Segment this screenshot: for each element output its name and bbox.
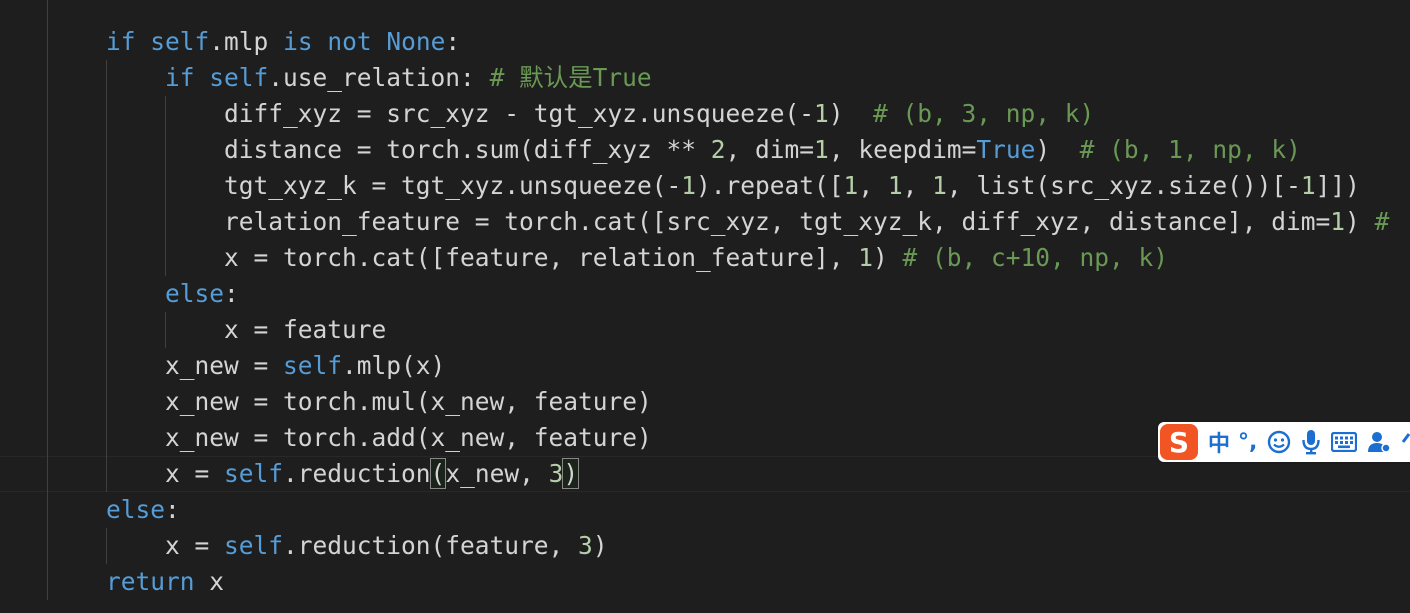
- code-token: x = torch.cat([feature, relation_feature…: [224, 243, 859, 272]
- code-line-text: else:: [165, 276, 239, 312]
- keyword-token: if: [106, 27, 136, 56]
- keyword-token: self: [224, 459, 284, 488]
- code-token: x_new,: [445, 459, 549, 488]
- sogou-logo-icon[interactable]: S: [1160, 424, 1198, 460]
- code-token: :: [165, 495, 180, 524]
- code-token: x = feature: [224, 315, 387, 344]
- code-token: diff_xyz = src_xyz - tgt_xyz.unsqueeze(-: [224, 99, 815, 128]
- docstring-end: """: [106, 0, 150, 9]
- code-line-text: x = self.reduction(x_new, 3): [165, 456, 580, 492]
- code-token: .mlp(x): [342, 351, 446, 380]
- code-line-text: x_new = torch.mul(x_new, feature): [165, 384, 652, 420]
- input-mode-button[interactable]: 中: [1208, 426, 1230, 458]
- comment-token: # (b, 1, np, k): [1079, 135, 1301, 164]
- microphone-icon[interactable]: [1301, 429, 1321, 455]
- keyboard-icon[interactable]: [1331, 432, 1358, 452]
- keyword-token: self: [224, 531, 284, 560]
- code-token: , keepdim=: [828, 135, 977, 164]
- punctuation-button[interactable]: °,: [1238, 430, 1257, 455]
- keyword-token: self: [283, 351, 343, 380]
- code-token: , list(src_xyz.size())[-: [946, 171, 1301, 200]
- code-token: ): [1345, 207, 1375, 236]
- code-token: .mlp: [209, 27, 284, 56]
- comment-token: # (b, 3, np, k): [873, 99, 1095, 128]
- matched-bracket: (: [429, 458, 447, 489]
- keyword-token: True: [976, 135, 1036, 164]
- code-line-text: if self.mlp is not None:: [106, 24, 460, 60]
- number-token: 1: [1330, 207, 1346, 236]
- number-token: 3: [578, 531, 593, 560]
- code-token: x =: [165, 531, 225, 560]
- code-token: .reduction(feature,: [283, 531, 579, 560]
- code-line-text: x = torch.cat([feature, relation_feature…: [224, 240, 1168, 276]
- code-line-text: else:: [106, 492, 180, 528]
- more-icon[interactable]: [1401, 430, 1410, 454]
- code-token: :: [224, 279, 239, 308]
- comment-token: # (b, c+10, np, k): [902, 243, 1169, 272]
- number-token: 3: [548, 459, 564, 488]
- code-editor[interactable]: """ if self.mlp is not None:if self.use_…: [0, 0, 1410, 613]
- keyword-token: self: [150, 27, 210, 56]
- matched-bracket: ): [562, 458, 580, 489]
- number-token: 1: [1300, 171, 1316, 200]
- code-token: x_new = torch.mul(x_new, feature): [165, 387, 652, 416]
- number-token: 1: [814, 135, 829, 164]
- code-line-text: tgt_xyz_k = tgt_xyz.unsqueeze(-1).repeat…: [224, 168, 1360, 204]
- user-settings-icon[interactable]: [1367, 430, 1392, 454]
- code-token: ): [828, 99, 874, 128]
- code-token: x: [194, 567, 225, 596]
- code-token: x =: [165, 459, 225, 488]
- code-line-text: distance = torch.sum(diff_xyz ** 2, dim=…: [224, 132, 1301, 168]
- code-line-text: x_new = torch.add(x_new, feature): [165, 420, 652, 456]
- code-token: x_new = torch.add(x_new, feature): [165, 423, 652, 452]
- code-token: :: [445, 27, 461, 56]
- code-token: , dim=: [725, 135, 815, 164]
- code-line-text: diff_xyz = src_xyz - tgt_xyz.unsqueeze(-…: [224, 96, 1094, 132]
- keyword-token: is not None: [283, 27, 446, 56]
- code-line-text: x = self.reduction(feature, 3): [165, 528, 608, 564]
- code-token: ): [873, 243, 903, 272]
- code-line-text: x_new = self.mlp(x): [165, 348, 445, 384]
- code-line-text: if self.use_relation: # 默认是True: [165, 60, 652, 96]
- code-token: relation_feature = torch.cat([src_xyz, t…: [224, 207, 1331, 236]
- number-token: 1: [681, 171, 697, 200]
- code-line-text: relation_feature = torch.cat([src_xyz, t…: [224, 204, 1389, 240]
- number-token: 1: [932, 171, 947, 200]
- code-token: .reduction: [283, 459, 431, 488]
- number-token: 1: [843, 171, 859, 200]
- code-token: ).repeat([: [696, 171, 844, 200]
- code-token: tgt_xyz_k = tgt_xyz.unsqueeze(-: [224, 171, 682, 200]
- keyword-token: else: [106, 495, 166, 524]
- code-token: .use_relation:: [268, 63, 490, 92]
- keyword-token: return: [106, 567, 195, 596]
- code-line-text: x = feature: [224, 312, 386, 348]
- comment-token: #: [1374, 207, 1390, 236]
- keyword-token: self: [209, 63, 269, 92]
- keyword-token: else: [165, 279, 225, 308]
- number-token: 1: [814, 99, 829, 128]
- number-token: 1: [887, 171, 903, 200]
- indent-guide-1: [47, 0, 48, 600]
- code-token: ): [1035, 135, 1080, 164]
- emoji-icon[interactable]: [1267, 430, 1291, 454]
- indent-guide-2: [106, 60, 107, 492]
- code-token: ,: [858, 171, 888, 200]
- code-line-text: return x: [106, 564, 224, 600]
- keyword-token: if: [165, 63, 195, 92]
- indent-guide-3b: [165, 312, 166, 348]
- code-token: ): [592, 531, 608, 560]
- number-token: 1: [858, 243, 874, 272]
- comment-token: # 默认是True: [489, 63, 652, 92]
- indent-guide-3: [165, 96, 166, 276]
- code-token: distance = torch.sum(diff_xyz **: [224, 135, 711, 164]
- indent-guide-2b: [106, 528, 107, 564]
- ime-toolbar[interactable]: S 中 °,: [1158, 422, 1410, 462]
- code-token: x_new =: [165, 351, 284, 380]
- code-token: ,: [902, 171, 933, 200]
- number-token: 2: [710, 135, 726, 164]
- code-token: ]]): [1315, 171, 1360, 200]
